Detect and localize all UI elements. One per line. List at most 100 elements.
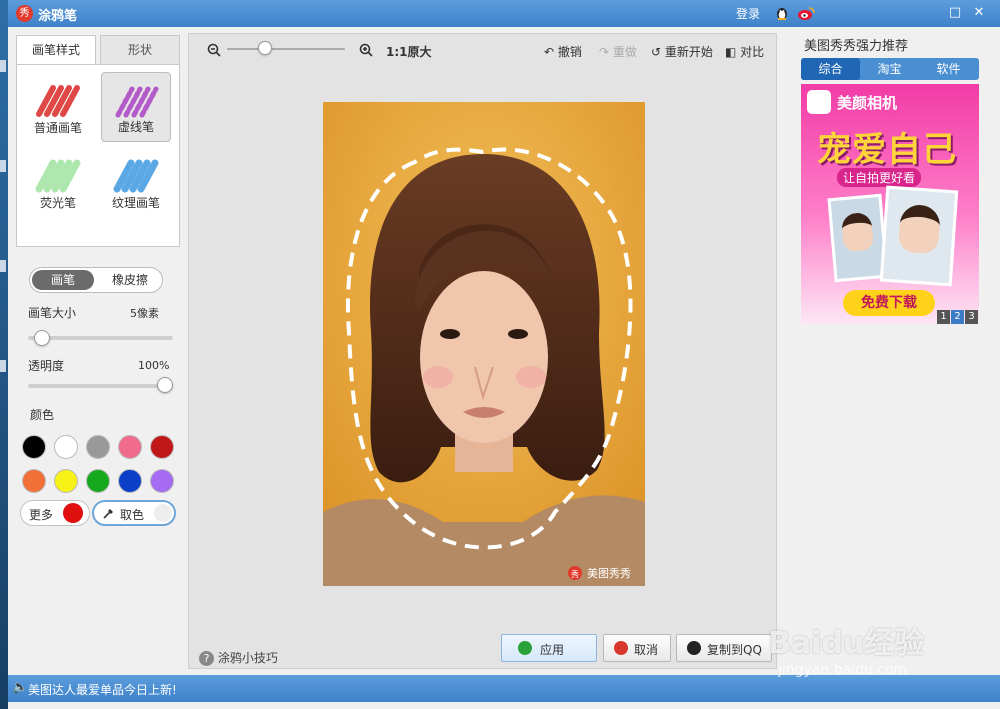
eyedropper-icon — [103, 509, 113, 519]
opacity-value: 100% — [138, 359, 170, 372]
status-message[interactable]: 美图达人最爱单品今日上新! — [28, 681, 177, 698]
login-link[interactable]: 登录 — [736, 5, 760, 22]
color-picker-label: 取色 — [120, 508, 145, 522]
doodle-window: 秀 涂鸦笔 登录 □ ✕ 画笔样式 形状 普通画笔 虚线笔 荧光笔 纹理画笔 画… — [8, 0, 1000, 709]
color-swatch[interactable] — [22, 435, 46, 459]
status-bar: 🔈 美图达人最爱单品今日上新! — [8, 675, 1000, 702]
restart-button[interactable]: ↺ 重新开始 — [651, 43, 713, 60]
highlighter-brush-icon — [35, 159, 81, 193]
window-title: 涂鸦笔 — [38, 9, 78, 24]
tips-link[interactable]: ? 涂鸦小技巧 — [199, 649, 278, 666]
ad-page-2[interactable]: 2 — [951, 310, 964, 324]
color-swatch[interactable] — [118, 469, 142, 493]
zoom-level[interactable]: 1:1原大 — [386, 43, 432, 60]
check-icon — [518, 641, 532, 655]
brush-texture[interactable]: 纹理画笔 — [101, 147, 171, 217]
tab-brush-style[interactable]: 画笔样式 — [16, 35, 96, 65]
brush-normal[interactable]: 普通画笔 — [23, 72, 93, 142]
qq-penguin-icon[interactable] — [774, 5, 790, 21]
dashed-brush-icon — [115, 86, 159, 118]
size-value: 5像素 — [130, 307, 159, 320]
svg-text:秀: 秀 — [571, 569, 579, 579]
brush-label: 普通画笔 — [33, 121, 82, 135]
brush-label: 虚线笔 — [117, 120, 154, 134]
undo-icon: ↶ — [544, 45, 555, 59]
ad-banner[interactable]: 美颜相机 宠爱自己 让自拍更好看 免费下载 1 2 3 — [801, 84, 979, 324]
brush-eraser-toggle[interactable]: 画笔 橡皮擦 — [29, 267, 163, 293]
baidu-watermark-url: jingyan.baidu.com — [778, 662, 908, 678]
redo-button[interactable]: ↷ 重做 — [599, 43, 637, 60]
ad-phone-left — [827, 193, 889, 283]
color-swatch[interactable] — [118, 435, 142, 459]
close-button[interactable]: ✕ — [970, 4, 988, 22]
weibo-icon[interactable] — [797, 5, 815, 21]
compare-label: 对比 — [740, 45, 765, 59]
size-slider-knob[interactable] — [34, 330, 51, 346]
color-picker-button[interactable]: 取色 — [92, 500, 176, 526]
speaker-icon: 🔈 — [12, 680, 29, 695]
baidu-watermark: Baidu经验 — [768, 626, 925, 661]
compare-button[interactable]: ◧ 对比 — [725, 43, 764, 60]
brush-dashed[interactable]: 虚线笔 — [101, 72, 171, 142]
title-bar: 秀 涂鸦笔 登录 □ ✕ — [8, 0, 1000, 27]
help-icon: ? — [199, 651, 214, 666]
toggle-brush[interactable]: 画笔 — [32, 270, 94, 290]
opacity-slider-track[interactable] — [28, 384, 173, 388]
brush-label: 荧光笔 — [39, 196, 76, 210]
copy-to-qq-button[interactable]: 复制到QQ — [676, 634, 772, 662]
opacity-label: 透明度 — [28, 359, 65, 373]
camera-app-icon — [807, 90, 831, 114]
recommend-title: 美图秀秀强力推荐 — [804, 39, 909, 54]
color-swatch[interactable] — [86, 435, 110, 459]
opacity-slider-knob[interactable] — [157, 377, 173, 393]
tab-shape[interactable]: 形状 — [100, 35, 180, 65]
ad-page-3[interactable]: 3 — [965, 310, 978, 324]
undo-button[interactable]: ↶ 撤销 — [544, 43, 582, 60]
restart-label: 重新开始 — [664, 45, 713, 59]
brush-label: 纹理画笔 — [111, 196, 160, 210]
zoom-out-icon[interactable] — [207, 43, 221, 57]
recommend-tabs: 综合 淘宝 软件 — [801, 58, 979, 80]
ad-page-1[interactable]: 1 — [937, 310, 950, 324]
portrait-image: 秀 — [323, 102, 645, 586]
texture-brush-icon — [113, 159, 159, 193]
canvas-area: 1:1原大 ↶ 撤销 ↷ 重做 ↺ 重新开始 ◧ 对比 秀 美图秀秀 ? 涂鸦小… — [188, 33, 777, 669]
color-swatch[interactable] — [54, 435, 78, 459]
color-swatch[interactable] — [22, 469, 46, 493]
toggle-eraser[interactable]: 橡皮擦 — [100, 270, 160, 290]
color-swatch[interactable] — [150, 469, 174, 493]
color-label: 颜色 — [30, 408, 55, 422]
ad-subline: 让自拍更好看 — [837, 168, 922, 187]
more-colors-button[interactable]: 更多 — [20, 500, 90, 526]
cancel-button[interactable]: 取消 — [603, 634, 671, 662]
brush-style-panel: 普通画笔 虚线笔 荧光笔 纹理画笔 — [16, 64, 180, 247]
zoom-slider-knob[interactable] — [258, 41, 273, 55]
brush-tabs: 画笔样式 形状 — [16, 35, 180, 65]
ad-phone-right — [879, 185, 959, 287]
maximize-button[interactable]: □ — [946, 4, 964, 22]
ad-app-name: 美颜相机 — [837, 94, 898, 112]
redo-icon: ↷ — [599, 45, 610, 59]
zoom-in-icon[interactable] — [359, 43, 373, 57]
copy-to-qq-label: 复制到QQ — [707, 643, 762, 657]
tab-software[interactable]: 软件 — [919, 58, 978, 80]
current-color-indicator — [63, 503, 83, 523]
redo-label: 重做 — [612, 45, 637, 59]
color-swatch[interactable] — [86, 469, 110, 493]
desktop-strip — [0, 0, 8, 709]
normal-brush-icon — [36, 85, 80, 117]
tab-general[interactable]: 综合 — [801, 58, 860, 80]
tab-taobao[interactable]: 淘宝 — [860, 58, 919, 80]
cancel-icon — [614, 641, 628, 655]
color-swatch[interactable] — [150, 435, 174, 459]
apply-button[interactable]: 应用 — [501, 634, 597, 662]
brush-highlighter[interactable]: 荧光笔 — [23, 147, 93, 217]
photo-canvas[interactable]: 秀 美图秀秀 — [323, 102, 645, 586]
app-logo-icon: 秀 — [16, 5, 33, 22]
restart-icon: ↺ — [651, 45, 662, 59]
qq-penguin-icon — [687, 641, 701, 655]
zoom-slider-track[interactable] — [227, 48, 345, 50]
ad-download-button[interactable]: 免费下载 — [843, 290, 935, 316]
color-swatch[interactable] — [54, 469, 78, 493]
apply-label: 应用 — [540, 643, 565, 657]
